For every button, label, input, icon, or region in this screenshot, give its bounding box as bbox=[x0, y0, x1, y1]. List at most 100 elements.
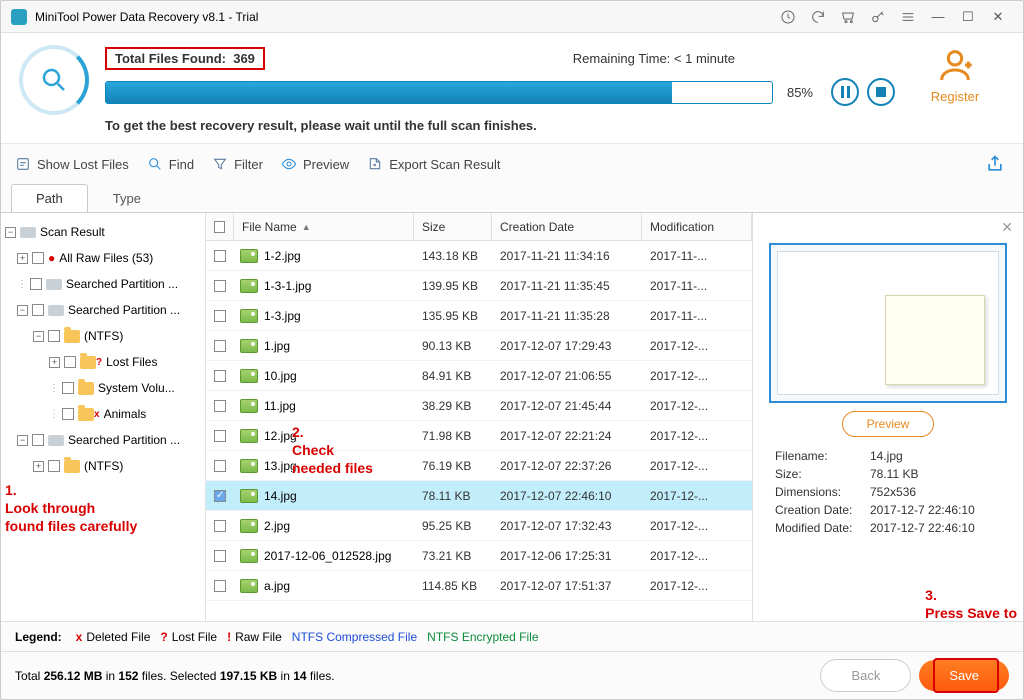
cart-icon[interactable] bbox=[833, 3, 863, 31]
row-checkbox[interactable] bbox=[214, 310, 226, 322]
image-file-icon bbox=[240, 429, 258, 443]
table-row[interactable]: 14.jpg78.11 KB2017-12-07 22:46:102017-12… bbox=[206, 481, 752, 511]
row-checkbox[interactable] bbox=[214, 520, 226, 532]
progress-percent: 85% bbox=[773, 85, 823, 100]
row-checkbox[interactable] bbox=[214, 280, 226, 292]
show-lost-files-button[interactable]: Show Lost Files bbox=[15, 156, 129, 172]
file-size: 73.21 KB bbox=[414, 549, 492, 563]
share-icon[interactable] bbox=[981, 150, 1009, 178]
folder-tree[interactable]: −Scan Result +●All Raw Files (53) ⋮Searc… bbox=[1, 213, 206, 621]
file-table: File Name▲ Size Creation Date Modificati… bbox=[206, 213, 753, 621]
row-checkbox[interactable] bbox=[214, 400, 226, 412]
file-cdate: 2017-12-07 17:29:43 bbox=[492, 339, 642, 353]
preview-close-icon[interactable]: ✕ bbox=[1001, 219, 1013, 236]
progress-hint: To get the best recovery result, please … bbox=[105, 118, 895, 133]
row-checkbox[interactable] bbox=[214, 340, 226, 352]
app-logo-icon bbox=[11, 9, 27, 25]
file-cdate: 2017-12-07 21:45:44 bbox=[492, 399, 642, 413]
file-name: 2.jpg bbox=[264, 519, 290, 533]
file-name: 11.jpg bbox=[264, 399, 296, 413]
file-size: 90.13 KB bbox=[414, 339, 492, 353]
toolbar: Show Lost Files Find Filter Preview Expo… bbox=[1, 144, 1023, 184]
table-row[interactable]: 2017-12-06_012528.jpg 73.21 KB2017-12-06 … bbox=[206, 541, 752, 571]
find-button[interactable]: Find bbox=[147, 156, 194, 172]
file-cdate: 2017-11-21 11:35:45 bbox=[492, 279, 642, 293]
image-file-icon bbox=[240, 579, 258, 593]
file-name: 1.jpg bbox=[264, 339, 290, 353]
row-checkbox[interactable] bbox=[214, 250, 226, 262]
select-all-checkbox[interactable] bbox=[214, 221, 225, 233]
file-size: 143.18 KB bbox=[414, 249, 492, 263]
preview-button[interactable]: Preview bbox=[281, 156, 349, 172]
table-body[interactable]: 1-2.jpg143.18 KB2017-11-21 11:34:162017-… bbox=[206, 241, 752, 621]
table-row[interactable]: 1-3-1.jpg 139.95 KB2017-11-21 11:35:45201… bbox=[206, 271, 752, 301]
file-size: 84.91 KB bbox=[414, 369, 492, 383]
image-file-icon bbox=[240, 369, 258, 383]
file-size: 38.29 KB bbox=[414, 399, 492, 413]
file-mdate: 2017-12-... bbox=[642, 399, 752, 413]
col-name[interactable]: File Name▲ bbox=[234, 213, 414, 240]
file-mdate: 2017-12-... bbox=[642, 429, 752, 443]
file-name: 2017-12-06_012528.jpg bbox=[264, 549, 391, 563]
file-size: 139.95 KB bbox=[414, 279, 492, 293]
row-checkbox[interactable] bbox=[214, 460, 226, 472]
file-mdate: 2017-11-... bbox=[642, 279, 752, 293]
minimize-button[interactable]: — bbox=[923, 9, 953, 24]
file-name: 10.jpg bbox=[264, 369, 297, 383]
file-mdate: 2017-12-... bbox=[642, 579, 752, 593]
pause-button[interactable] bbox=[831, 78, 859, 106]
close-button[interactable]: ✕ bbox=[983, 9, 1013, 25]
export-result-button[interactable]: Export Scan Result bbox=[367, 156, 500, 172]
filter-button[interactable]: Filter bbox=[212, 156, 263, 172]
row-checkbox[interactable] bbox=[214, 430, 226, 442]
save-button[interactable]: Save bbox=[919, 660, 1009, 691]
file-mdate: 2017-12-... bbox=[642, 489, 752, 503]
total-found-box: Total Files Found: 369 bbox=[105, 47, 265, 70]
file-cdate: 2017-11-21 11:34:16 bbox=[492, 249, 642, 263]
key-icon[interactable] bbox=[863, 3, 893, 31]
table-row[interactable]: 11.jpg 38.29 KB2017-12-07 21:45:442017-12… bbox=[206, 391, 752, 421]
col-size[interactable]: Size bbox=[414, 213, 492, 240]
table-row[interactable]: a.jpg114.85 KB2017-12-07 17:51:372017-12… bbox=[206, 571, 752, 601]
table-row[interactable]: 1-2.jpg143.18 KB2017-11-21 11:34:162017-… bbox=[206, 241, 752, 271]
table-row[interactable]: 10.jpg84.91 KB2017-12-07 21:06:552017-12… bbox=[206, 361, 752, 391]
table-row[interactable]: 12.jpg71.98 KB2017-12-07 22:21:242017-12… bbox=[206, 421, 752, 451]
file-cdate: 2017-12-07 22:37:26 bbox=[492, 459, 642, 473]
annotation-1: 1. Look through found files carefully bbox=[5, 481, 137, 536]
register-button[interactable]: Register bbox=[905, 45, 1005, 104]
table-row[interactable]: 2.jpg95.25 KB2017-12-07 17:32:432017-12-… bbox=[206, 511, 752, 541]
file-size: 114.85 KB bbox=[414, 579, 492, 593]
file-mdate: 2017-12-... bbox=[642, 369, 752, 383]
col-modification[interactable]: Modification bbox=[642, 213, 752, 240]
image-file-icon bbox=[240, 339, 258, 353]
table-row[interactable]: 13.jpg76.19 KB2017-12-07 22:37:262017-12… bbox=[206, 451, 752, 481]
maximize-button[interactable]: ☐ bbox=[953, 9, 983, 25]
legend-bar: Legend: xDeleted File ?Lost File !Raw Fi… bbox=[1, 621, 1023, 651]
row-checkbox[interactable] bbox=[214, 580, 226, 592]
table-row[interactable]: 1.jpg90.13 KB2017-12-07 17:29:432017-12-… bbox=[206, 331, 752, 361]
tab-type[interactable]: Type bbox=[88, 184, 166, 212]
file-size: 135.95 KB bbox=[414, 309, 492, 323]
menu-icon[interactable] bbox=[893, 3, 923, 31]
tab-path[interactable]: Path bbox=[11, 184, 88, 212]
file-cdate: 2017-12-06 17:25:31 bbox=[492, 549, 642, 563]
progress-panel: Total Files Found: 369 Remaining Time: <… bbox=[1, 33, 1023, 144]
file-name: 1-3-1.jpg bbox=[264, 279, 311, 293]
file-name: a.jpg bbox=[264, 579, 290, 593]
back-button[interactable]: Back bbox=[820, 659, 911, 692]
preview-open-button[interactable]: Preview bbox=[842, 411, 935, 437]
row-checkbox[interactable] bbox=[214, 550, 226, 562]
file-mdate: 2017-12-... bbox=[642, 459, 752, 473]
history-icon[interactable] bbox=[773, 3, 803, 31]
row-checkbox[interactable] bbox=[214, 490, 226, 502]
app-window: MiniTool Power Data Recovery v8.1 - Tria… bbox=[0, 0, 1024, 700]
annotation-3: 3. Press Save to set a storage path bbox=[925, 586, 1017, 621]
image-file-icon bbox=[240, 459, 258, 473]
file-size: 95.25 KB bbox=[414, 519, 492, 533]
image-file-icon bbox=[240, 249, 258, 263]
row-checkbox[interactable] bbox=[214, 370, 226, 382]
col-creation-date[interactable]: Creation Date bbox=[492, 213, 642, 240]
stop-button[interactable] bbox=[867, 78, 895, 106]
refresh-icon[interactable] bbox=[803, 3, 833, 31]
table-row[interactable]: 1-3.jpg135.95 KB2017-11-21 11:35:282017-… bbox=[206, 301, 752, 331]
